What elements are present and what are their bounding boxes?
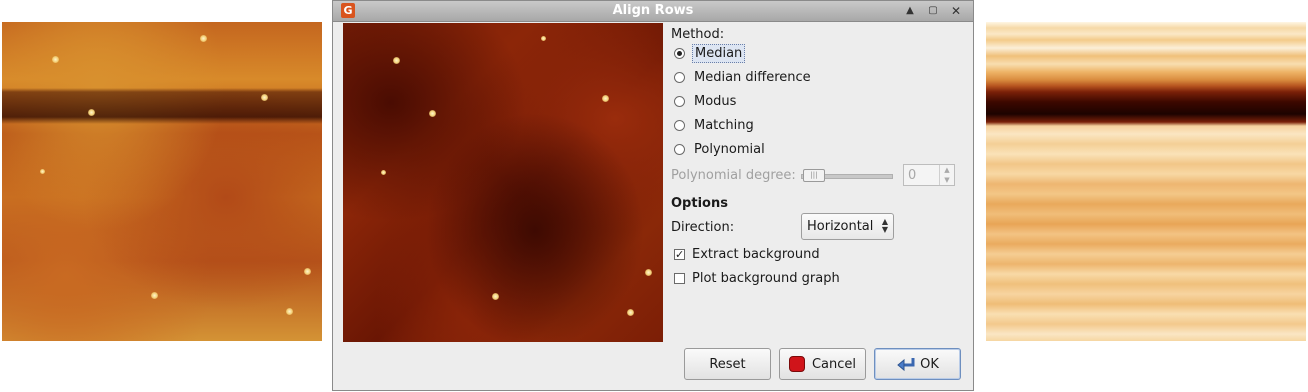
checkbox-indicator[interactable]: ✓ xyxy=(674,248,685,260)
radio-label: Median xyxy=(692,43,746,63)
method-label: Method: xyxy=(671,27,725,42)
slider-thumb[interactable]: ||| xyxy=(803,169,825,182)
direction-select[interactable]: Horizontal ▲ ▼ xyxy=(801,213,894,240)
radio-indicator[interactable] xyxy=(674,143,685,155)
source-image-left xyxy=(2,22,322,341)
polynomial-degree-label: Polynomial degree: xyxy=(671,168,796,183)
checkbox-label: Extract background xyxy=(692,246,820,262)
stop-icon xyxy=(788,356,805,372)
radio-indicator[interactable] xyxy=(674,119,685,131)
cancel-label: Cancel xyxy=(811,356,857,372)
direction-value: Horizontal xyxy=(807,219,874,234)
polynomial-degree-slider[interactable]: ||| xyxy=(801,169,893,182)
background-image-right xyxy=(986,22,1306,341)
radio-label: Matching xyxy=(694,117,754,133)
reset-button[interactable]: Reset xyxy=(684,348,771,380)
radio-label: Polynomial xyxy=(694,141,765,157)
radio-matching[interactable]: Matching xyxy=(674,116,756,134)
radio-median-difference[interactable]: Median difference xyxy=(674,68,813,86)
align-rows-dialog: G Align Rows ▲ ▢ ✕ Method: Median Median… xyxy=(332,0,974,391)
radio-indicator[interactable] xyxy=(674,71,685,83)
radio-modus[interactable]: Modus xyxy=(674,92,738,110)
extract-background-checkbox[interactable]: ✓ Extract background xyxy=(674,245,820,263)
options-heading: Options xyxy=(671,196,728,211)
preview-image xyxy=(343,23,663,342)
close-icon[interactable]: ✕ xyxy=(949,4,963,18)
radio-polynomial[interactable]: Polynomial xyxy=(674,140,767,158)
reset-label: Reset xyxy=(709,356,746,372)
plot-background-checkbox[interactable]: Plot background graph xyxy=(674,269,840,287)
polynomial-degree-spinbox[interactable]: 0 ▲ ▼ xyxy=(903,164,955,186)
shade-up-icon[interactable]: ▲ xyxy=(903,4,917,18)
dialog-title: Align Rows xyxy=(612,3,694,18)
title-bar[interactable]: G Align Rows ▲ ▢ ✕ xyxy=(333,1,973,22)
radio-indicator[interactable] xyxy=(674,47,685,59)
radio-median[interactable]: Median xyxy=(674,43,746,63)
select-arrows-icon: ▲ ▼ xyxy=(881,217,888,234)
ok-button[interactable]: OK xyxy=(874,348,961,380)
checkbox-label: Plot background graph xyxy=(692,270,840,286)
maximize-icon[interactable]: ▢ xyxy=(926,4,940,18)
radio-indicator[interactable] xyxy=(674,95,685,107)
checkbox-indicator[interactable] xyxy=(674,272,685,284)
ok-label: OK xyxy=(920,356,939,372)
cancel-button[interactable]: Cancel xyxy=(779,348,866,380)
spinbox-value[interactable]: 0 xyxy=(908,168,916,183)
spin-arrows-icon[interactable]: ▲ ▼ xyxy=(939,165,954,185)
radio-label: Modus xyxy=(694,93,737,109)
direction-label: Direction: xyxy=(671,220,735,235)
radio-label: Median difference xyxy=(694,69,811,85)
return-arrow-icon xyxy=(896,356,916,372)
